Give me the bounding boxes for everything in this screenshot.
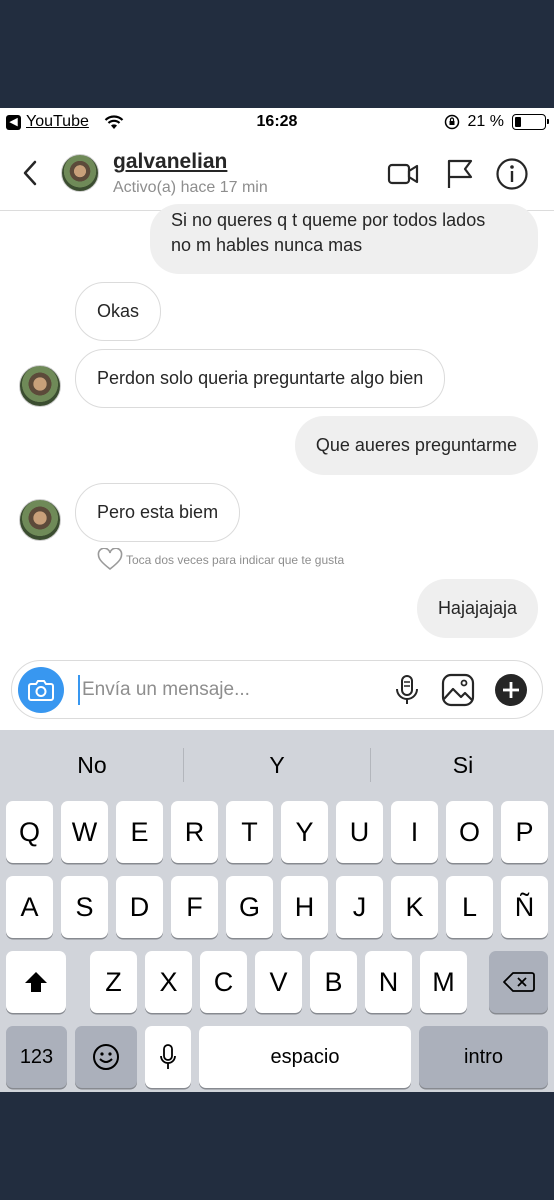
key-letter[interactable]: W xyxy=(61,801,108,863)
video-call-icon[interactable] xyxy=(386,157,420,191)
camera-icon xyxy=(28,680,54,701)
orientation-lock-icon xyxy=(444,114,459,130)
message-bubble-outgoing[interactable]: Que aueres preguntarme xyxy=(294,416,538,475)
backspace-icon xyxy=(502,972,535,992)
suggestion-item[interactable]: Y xyxy=(185,730,369,792)
key-letter[interactable]: B xyxy=(310,951,357,1013)
emoji-key[interactable] xyxy=(75,1026,137,1088)
contact-avatar[interactable] xyxy=(61,154,99,192)
suggestion-bar: No Y Si xyxy=(0,730,554,792)
add-icon[interactable] xyxy=(494,673,528,707)
double-tap-like-hint: Toca dos veces para indicar que te gusta xyxy=(97,548,344,571)
key-letter[interactable]: Y xyxy=(281,801,328,863)
gallery-icon[interactable] xyxy=(441,673,475,707)
key-letter[interactable]: J xyxy=(336,876,383,938)
key-letter[interactable]: D xyxy=(116,876,163,938)
key-letter[interactable]: N xyxy=(365,951,412,1013)
emoji-icon xyxy=(93,1044,119,1070)
message-bubble-outgoing[interactable]: Hajajajaja xyxy=(416,579,538,638)
key-letter[interactable]: G xyxy=(226,876,273,938)
message-bubble-incoming[interactable]: Perdon solo queria preguntarte algo bien xyxy=(75,349,446,408)
key-letter[interactable]: X xyxy=(145,951,192,1013)
key-letter[interactable]: H xyxy=(281,876,328,938)
microphone-icon[interactable] xyxy=(390,673,424,707)
battery-percent: 21 % xyxy=(467,113,504,130)
delete-key[interactable] xyxy=(489,951,548,1013)
message-composer xyxy=(11,660,543,719)
heart-icon[interactable] xyxy=(97,548,123,571)
key-letter[interactable]: R xyxy=(171,801,218,863)
key-letter[interactable]: I xyxy=(391,801,438,863)
message-text: Hajajajaja xyxy=(437,598,517,618)
chat-header: galvanelian Activo(a) hace 17 min xyxy=(0,136,554,211)
message-text: Perdon solo queria preguntarte algo bien xyxy=(97,368,424,388)
info-icon[interactable] xyxy=(495,157,529,191)
key-letter[interactable]: K xyxy=(391,876,438,938)
phone-screen: ◀ YouTube 16:28 21 % galvanelian Activo(… xyxy=(0,108,554,1092)
message-bubble-incoming[interactable]: Okas xyxy=(75,282,162,341)
key-letter[interactable]: L xyxy=(446,876,493,938)
back-chevron-icon[interactable] xyxy=(18,158,42,188)
message-bubble-incoming[interactable]: Pero esta biem xyxy=(75,483,241,542)
message-input[interactable] xyxy=(78,675,378,705)
keyboard: No Y Si Q W E R T Y U I O P A S D F G H … xyxy=(0,730,554,1092)
battery-fill xyxy=(515,117,521,127)
key-letter[interactable]: C xyxy=(200,951,247,1013)
battery-icon xyxy=(512,114,549,130)
contact-activity-status: Activo(a) hace 17 min xyxy=(113,179,268,196)
suggestion-divider xyxy=(183,748,184,782)
key-letter[interactable]: A xyxy=(6,876,53,938)
microphone-icon xyxy=(160,1044,176,1069)
suggestion-item[interactable]: Si xyxy=(371,730,554,792)
key-letter[interactable]: Q xyxy=(6,801,53,863)
message-text: Que aueres preguntarme xyxy=(315,435,517,455)
message-text: Pero esta biem xyxy=(97,502,219,522)
key-letter[interactable]: Ñ xyxy=(501,876,548,938)
key-letter[interactable]: V xyxy=(255,951,302,1013)
numbers-key[interactable]: 123 xyxy=(6,1026,67,1088)
key-letter[interactable]: U xyxy=(336,801,383,863)
key-letter[interactable]: O xyxy=(446,801,493,863)
message-text-line: no m hables nunca mas xyxy=(171,235,363,255)
shift-arrow-icon xyxy=(25,972,47,992)
status-bar: ◀ YouTube 16:28 21 % xyxy=(0,108,554,136)
key-letter[interactable]: T xyxy=(226,801,273,863)
key-letter[interactable]: F xyxy=(171,876,218,938)
key-letter[interactable]: M xyxy=(420,951,467,1013)
key-letter[interactable]: P xyxy=(501,801,548,863)
key-letter[interactable]: E xyxy=(116,801,163,863)
sender-avatar[interactable] xyxy=(19,499,61,541)
dictation-key[interactable] xyxy=(145,1026,191,1088)
contact-username[interactable]: galvanelian xyxy=(113,150,227,174)
like-hint-text: Toca dos veces para indicar que te gusta xyxy=(126,552,345,567)
message-bubble-outgoing[interactable]: Si no queres q t queme por todos lados n… xyxy=(150,204,538,274)
suggestion-item[interactable]: No xyxy=(0,730,184,792)
return-key[interactable]: intro xyxy=(419,1026,548,1088)
camera-button[interactable] xyxy=(18,667,64,713)
key-letter[interactable]: Z xyxy=(90,951,137,1013)
message-text: Okas xyxy=(97,301,140,321)
key-letter[interactable]: S xyxy=(61,876,108,938)
shift-key[interactable] xyxy=(6,951,66,1013)
sender-avatar[interactable] xyxy=(19,365,61,407)
message-text-line: Si no queres q t queme por todos lados xyxy=(171,210,486,230)
flag-icon[interactable] xyxy=(443,157,477,191)
space-key[interactable]: espacio xyxy=(199,1026,411,1088)
